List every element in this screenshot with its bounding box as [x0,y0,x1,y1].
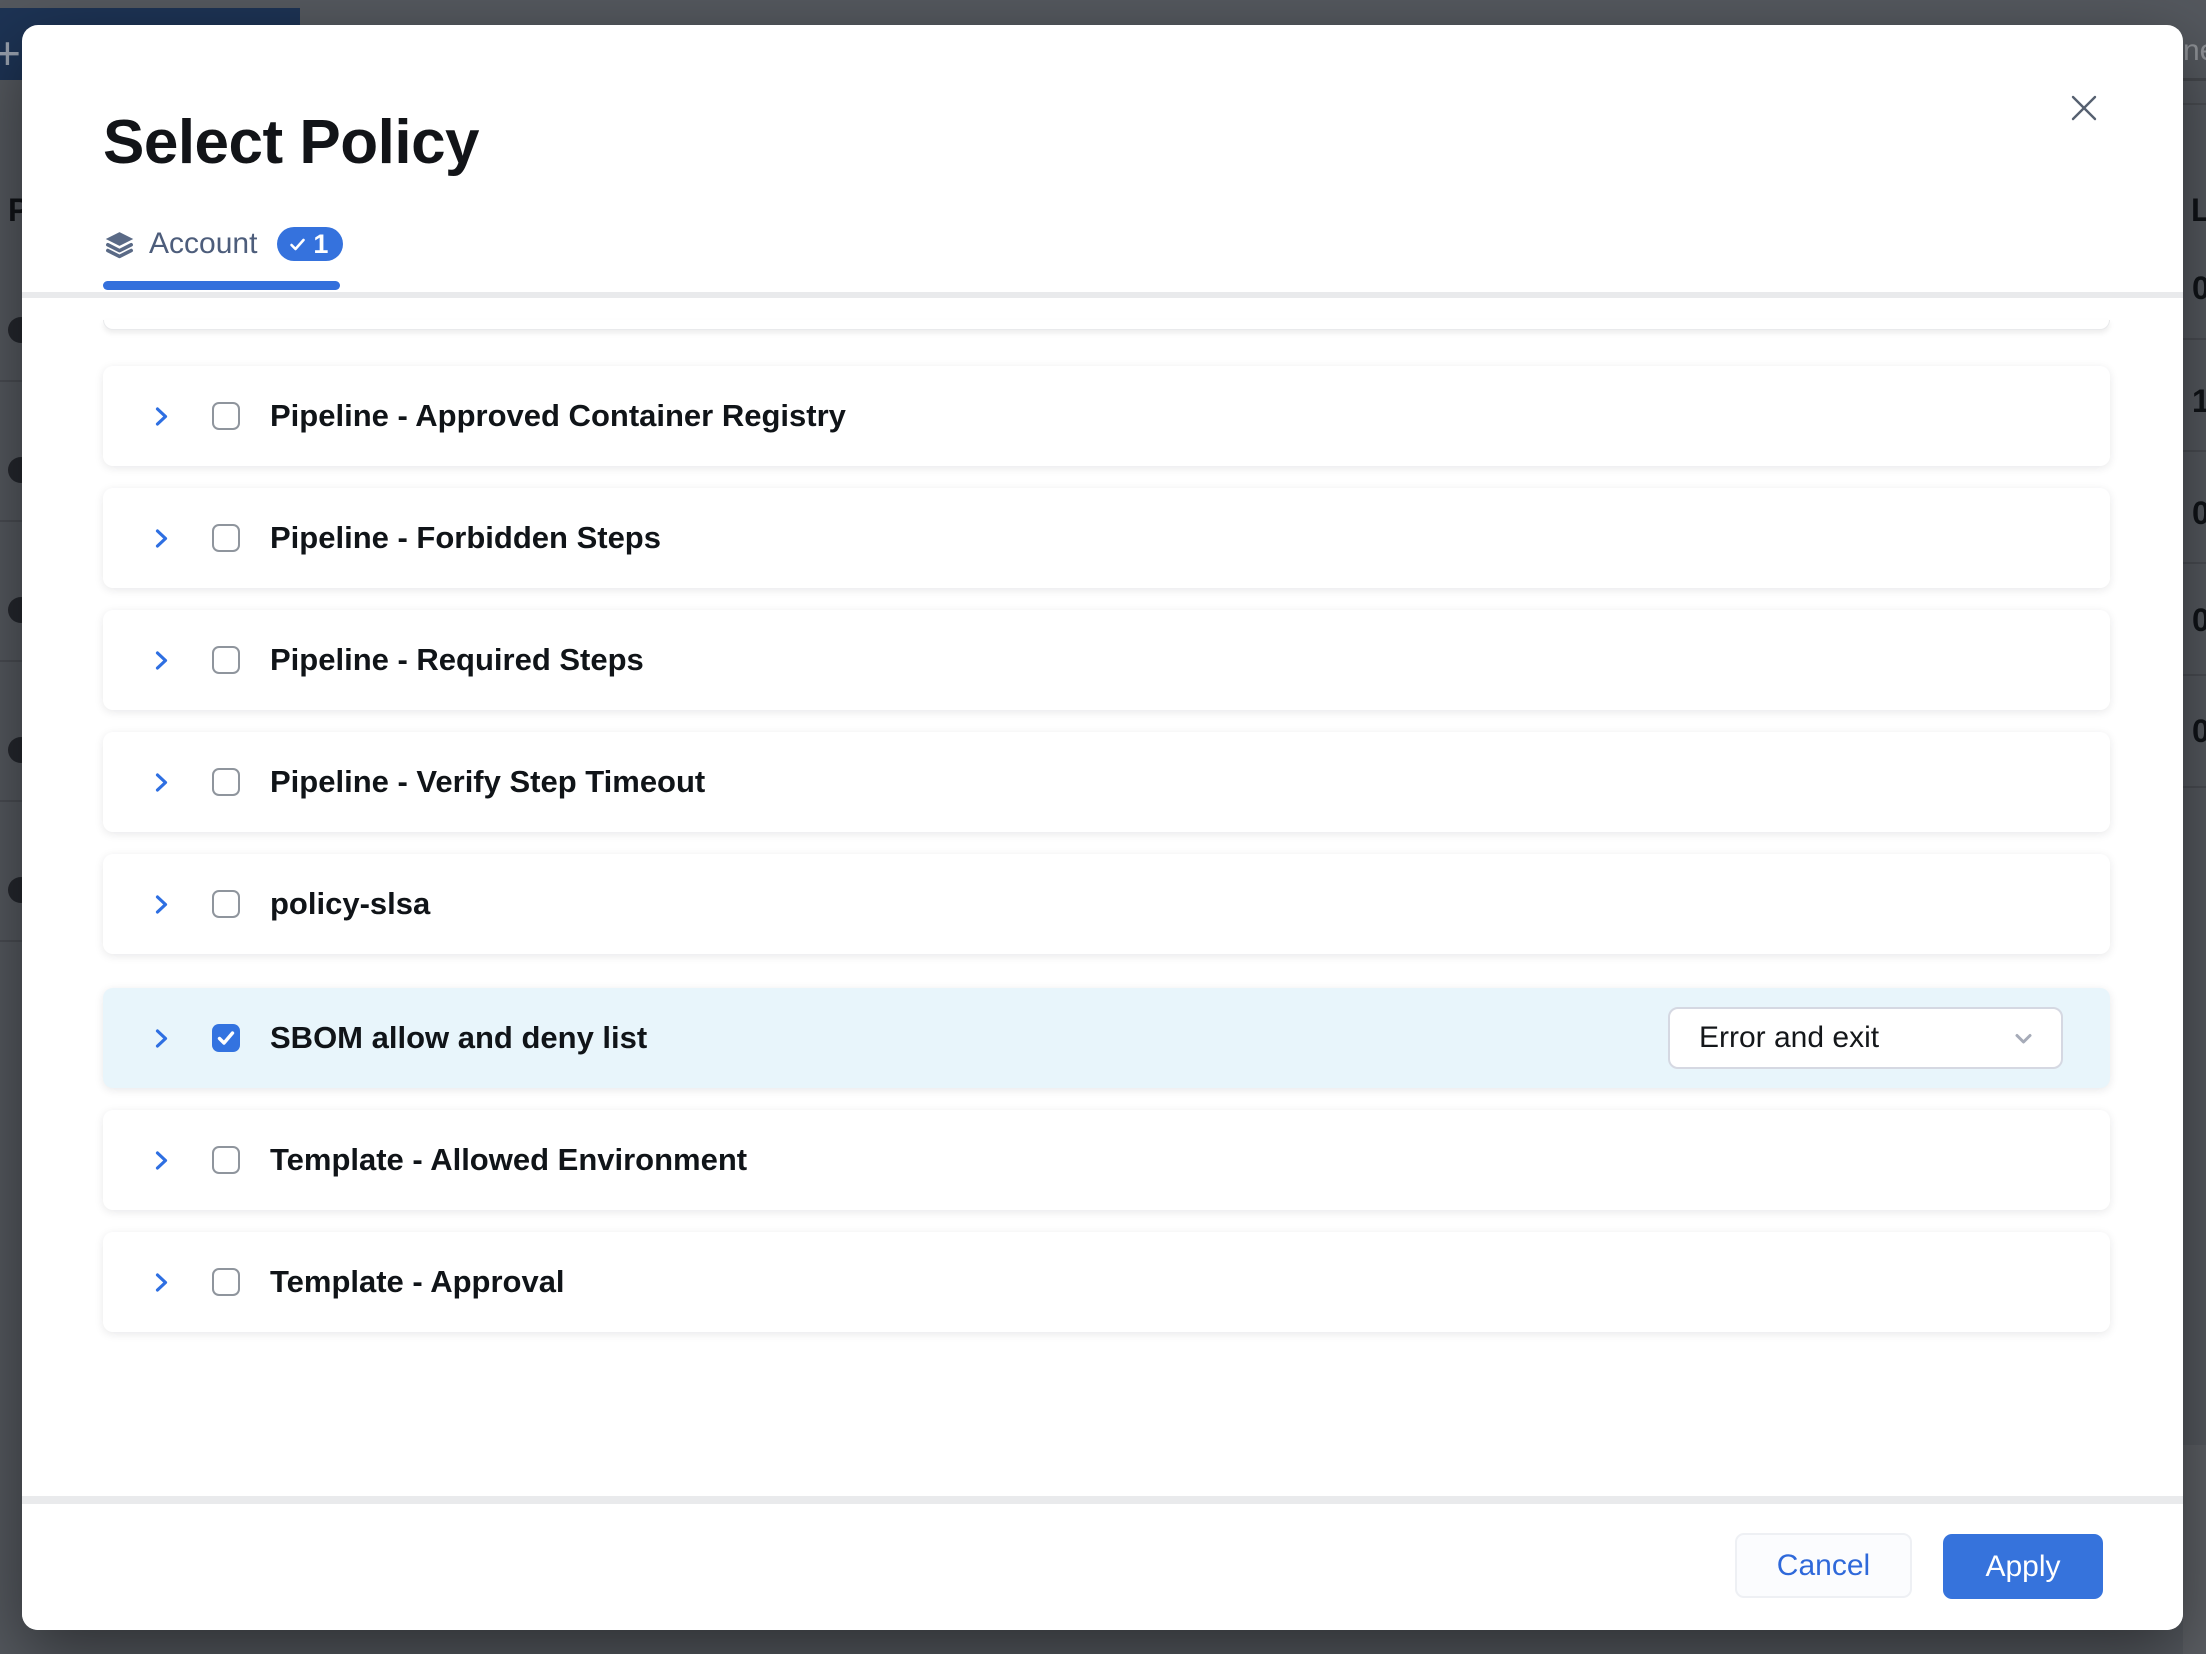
tab-account-label: Account [149,227,257,261]
expand-chevron-icon[interactable] [148,525,175,552]
policy-name: policy-slsa [270,886,430,922]
policy-row: policy-slsa [103,854,2110,954]
partially-scrolled-row [103,320,2110,330]
layers-icon [103,228,136,261]
policy-checkbox[interactable] [212,524,240,552]
policy-checkbox[interactable] [212,646,240,674]
policy-checkbox[interactable] [212,1268,240,1296]
policy-checkbox[interactable] [212,890,240,918]
policy-name: Pipeline - Verify Step Timeout [270,764,705,800]
footer-divider [22,1496,2183,1504]
selected-count-badge: 1 [277,227,343,261]
expand-chevron-icon[interactable] [148,1269,175,1296]
background-divider [2183,103,2206,105]
policy-row: Template - Approval [103,1232,2110,1332]
policy-row: Template - Allowed Environment [103,1110,2110,1210]
expand-chevron-icon[interactable] [148,403,175,430]
policy-row: Pipeline - Required Steps [103,610,2110,710]
policy-name: SBOM allow and deny list [270,1020,647,1056]
selected-count: 1 [313,229,328,260]
expand-chevron-icon[interactable] [148,1025,175,1052]
policy-name: Pipeline - Required Steps [270,642,644,678]
enforcement-select[interactable]: Error and exit [1668,1007,2063,1069]
cancel-button[interactable]: Cancel [1735,1533,1912,1598]
policy-row: Pipeline - Verify Step Timeout [103,732,2110,832]
policy-checkbox[interactable] [212,1146,240,1174]
active-tab-indicator [103,281,340,290]
tab-account[interactable]: Account 1 [103,227,343,261]
policy-row: Pipeline - Approved Container Registry [103,366,2110,466]
policy-checkbox[interactable] [212,1024,240,1052]
select-policy-dialog: Select Policy Account 1 Pipeline - Appro… [22,25,2183,1630]
policy-row: SBOM allow and deny list Error and exit [103,988,2110,1088]
dialog-title: Select Policy [103,107,479,178]
check-icon [288,235,307,254]
policy-checkbox[interactable] [212,402,240,430]
expand-chevron-icon[interactable] [148,647,175,674]
policy-name: Pipeline - Approved Container Registry [270,398,846,434]
policy-checkbox[interactable] [212,768,240,796]
policy-name: Template - Approval [270,1264,565,1300]
background-divider [2183,78,2206,81]
dialog-footer: Cancel Apply [22,1504,2183,1630]
policy-row: Pipeline - Forbidden Steps [103,488,2110,588]
background-search-text-fragment: ne [2183,34,2206,68]
policy-name: Template - Allowed Environment [270,1142,747,1178]
policy-name: Pipeline - Forbidden Steps [270,520,661,556]
expand-chevron-icon[interactable] [148,1147,175,1174]
close-icon[interactable] [2067,91,2101,125]
policy-list: Pipeline - Approved Container Registry P… [22,298,2183,1496]
expand-chevron-icon[interactable] [148,891,175,918]
background-footer-band [2183,1445,2206,1654]
expand-chevron-icon[interactable] [148,769,175,796]
chevron-down-icon [2010,1025,2037,1052]
background-right-column-header: L [2191,192,2206,229]
enforcement-value: Error and exit [1699,1021,2010,1055]
apply-button[interactable]: Apply [1943,1534,2103,1599]
